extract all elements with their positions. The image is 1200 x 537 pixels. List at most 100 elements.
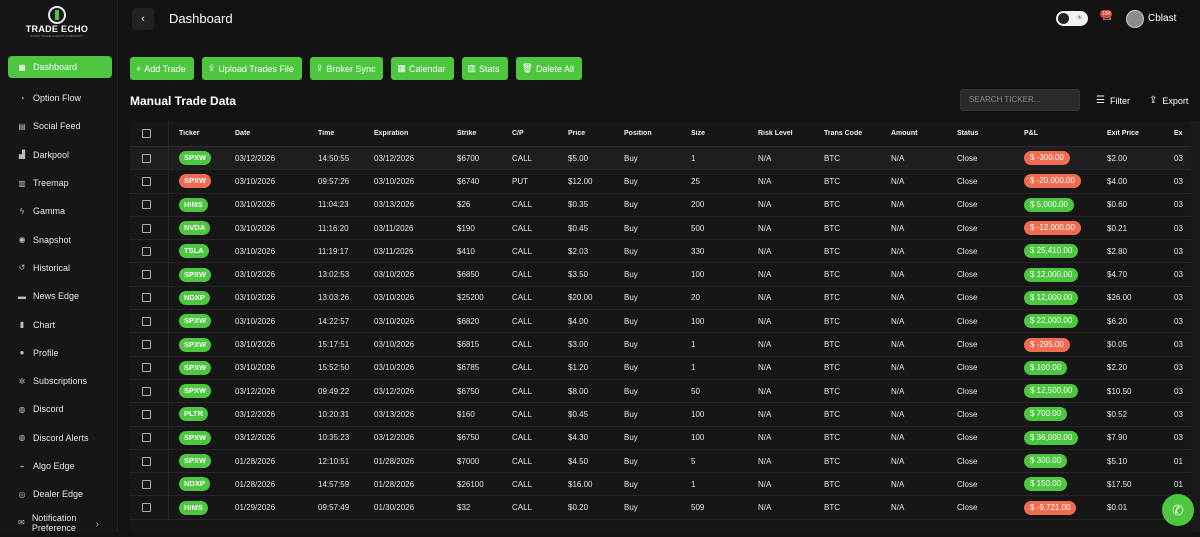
table-row[interactable]: NDXP 01/28/2026 14:57:59 01/28/2026 $26100 CA… (130, 473, 1200, 497)
column-header[interactable]: C/P (512, 130, 568, 137)
table-row[interactable]: SPXW 01/28/2026 12:10:51 01/28/2026 $7000 CAL… (130, 449, 1200, 474)
row-checkbox-cell[interactable] (130, 333, 169, 356)
table-row[interactable]: SPXW 03/12/2026 10:35:23 03/12/2026 $6750 CAL… (130, 426, 1200, 450)
horizontal-scroll-edge[interactable] (1191, 121, 1200, 532)
row-checkbox-cell[interactable] (130, 216, 169, 240)
chat-button[interactable]: ✆ (1162, 494, 1194, 526)
ticker-badge[interactable]: SPXW (179, 174, 212, 189)
column-header[interactable]: P&L (1024, 130, 1107, 137)
add-trade-button[interactable]: + Add Trade (130, 57, 194, 80)
upload-trades-file-button[interactable]: ⇪ Upload Trades File (201, 57, 302, 80)
ticker-badge[interactable]: SPXW (179, 337, 212, 352)
column-header[interactable]: Risk Level (758, 130, 824, 137)
column-header[interactable]: Price (568, 130, 624, 137)
export-button[interactable]: ⇪ Export (1149, 95, 1188, 106)
row-checkbox-cell[interactable] (130, 496, 169, 519)
row-checkbox[interactable] (142, 293, 151, 303)
ticker-badge[interactable]: SPXW (179, 384, 212, 399)
avatar[interactable] (1126, 10, 1144, 28)
row-checkbox[interactable] (142, 456, 151, 466)
theme-toggle[interactable]: ☀ (1056, 11, 1088, 26)
row-checkbox-cell[interactable] (130, 147, 169, 170)
sidebar-item-algo-edge[interactable]: ⌁ Algo Edge (8, 452, 112, 480)
row-checkbox[interactable] (142, 409, 151, 419)
row-checkbox[interactable] (142, 223, 151, 233)
row-checkbox[interactable] (142, 340, 151, 350)
filter-button[interactable]: ☰ Filter (1096, 95, 1130, 106)
app-logo[interactable]: TRADE ECHO SUPER TRADE EVENTS COMMUNITY (22, 6, 92, 38)
row-checkbox[interactable] (142, 363, 151, 373)
column-header[interactable]: Expiration (374, 130, 457, 137)
row-checkbox-cell[interactable] (130, 170, 169, 193)
sidebar-item-dashboard[interactable]: ▦ Dashboard (8, 56, 112, 78)
row-checkbox[interactable] (142, 503, 151, 513)
row-checkbox-cell[interactable] (130, 310, 169, 333)
row-checkbox-cell[interactable] (130, 240, 169, 263)
sidebar-item-gamma[interactable]: ϟ Gamma (8, 197, 112, 225)
ticker-badge[interactable]: NDXP (179, 477, 210, 492)
column-header[interactable]: Exit Price (1107, 130, 1174, 137)
back-button[interactable]: ‹ (132, 8, 154, 30)
stats-button[interactable]: ▥ Stats (461, 57, 508, 80)
column-header[interactable]: Size (691, 130, 758, 137)
sidebar-item-social-feed[interactable]: ▤ Social Feed (8, 112, 112, 140)
table-row[interactable]: SPXW 03/10/2026 09:57:26 03/10/2026 $6740 PUT… (130, 170, 1200, 194)
sidebar-item-discord[interactable]: ◍ Discord (8, 395, 112, 423)
sidebar-item-darkpool[interactable]: ▟ Darkpool (8, 141, 112, 169)
ticker-badge[interactable]: SPXW (179, 314, 212, 329)
sidebar-item-snapshot[interactable]: ◉ Snapshot (8, 225, 112, 253)
ticker-badge[interactable]: SPXW (179, 430, 212, 445)
row-checkbox-cell[interactable] (130, 426, 169, 449)
column-header[interactable]: Time (318, 130, 374, 137)
broker-sync-button[interactable]: ⇪ Broker Sync (309, 57, 384, 80)
table-row[interactable]: SPXW 03/10/2026 13:02:53 03/10/2026 $6850 CAL… (130, 263, 1200, 287)
row-checkbox[interactable] (142, 433, 151, 443)
table-row[interactable]: PLTR 03/12/2026 10:20:31 03/13/2026 $160 CALL… (130, 403, 1200, 427)
ticker-badge[interactable]: NDXP (179, 290, 210, 305)
ticker-badge[interactable]: PLTR (179, 407, 209, 422)
username[interactable]: Cblast (1148, 13, 1176, 24)
ticker-badge[interactable]: SPXW (179, 151, 212, 166)
sidebar-item-dealer-edge[interactable]: ◎ Dealer Edge (8, 480, 112, 508)
table-row[interactable]: SPXW 03/10/2026 15:52:50 03/10/2026 $6785 CAL… (130, 356, 1200, 380)
sidebar-item-discord-alerts[interactable]: ◍ Discord Alerts (8, 424, 112, 452)
column-header[interactable]: Strike (457, 130, 512, 137)
table-row[interactable]: SPXW 03/12/2026 09:49:22 03/12/2026 $6750 CAL… (130, 379, 1200, 404)
sidebar-item-news-edge[interactable]: ▬ News Edge (8, 282, 112, 310)
ticker-badge[interactable]: TSLA (179, 244, 209, 259)
ticker-badge[interactable]: SPXW (179, 360, 212, 375)
ticker-badge[interactable]: NVDA (179, 221, 211, 236)
sidebar-item-profile[interactable]: ● Profile (8, 339, 112, 367)
row-checkbox-cell[interactable] (130, 286, 169, 310)
ticker-badge[interactable]: SPXW (179, 454, 212, 468)
table-row[interactable]: NVDA 03/10/2026 11:16:20 03/11/2026 $190 CALL… (130, 216, 1200, 241)
row-checkbox[interactable] (142, 386, 151, 396)
table-row[interactable]: NDXP 03/10/2026 13:03:26 03/10/2026 $25200 CA… (130, 286, 1200, 311)
row-checkbox-cell[interactable] (130, 356, 169, 379)
delete-all-button[interactable]: 🗑 Delete All (515, 57, 583, 80)
column-header[interactable]: Status (957, 130, 1024, 137)
row-checkbox[interactable] (142, 270, 151, 280)
row-checkbox[interactable] (142, 479, 151, 489)
row-checkbox-cell[interactable] (130, 263, 169, 286)
row-checkbox[interactable] (142, 316, 151, 326)
table-row[interactable]: SPXW 03/10/2026 15:17:51 03/10/2026 $6815 CAL… (130, 333, 1200, 357)
sidebar-item-treemap[interactable]: ▥ Treemap (8, 169, 112, 197)
ticker-badge[interactable]: HIMS (179, 197, 208, 212)
chevron-right-icon[interactable]: › (96, 519, 99, 530)
column-header[interactable]: Amount (891, 130, 957, 137)
column-header[interactable]: Ticker (169, 130, 235, 137)
row-checkbox-cell[interactable] (130, 379, 169, 403)
column-header[interactable]: Position (624, 130, 691, 137)
table-row[interactable]: SPXW 03/10/2026 14:22:57 03/10/2026 $6820 CAL… (130, 310, 1200, 334)
sidebar-item-option-flow[interactable]: ◔ Option Flow (8, 84, 112, 112)
sidebar-item-subscriptions[interactable]: ✲ Subscriptions (8, 367, 112, 395)
table-row[interactable]: TSLA 03/10/2026 11:19:17 03/11/2026 $410 CALL… (130, 240, 1200, 264)
row-checkbox[interactable] (142, 176, 151, 186)
calendar-button[interactable]: ▦ Calendar (391, 57, 454, 80)
column-header[interactable]: Trans Code (824, 130, 891, 137)
table-row[interactable]: HIMS 03/10/2026 11:04:23 03/13/2026 $26 CALL $… (130, 193, 1200, 217)
sidebar-item-historical[interactable]: ↺ Historical (8, 254, 112, 282)
select-all-checkbox-cell[interactable] (130, 121, 169, 146)
search-input[interactable]: SEARCH TICKER... (960, 89, 1080, 111)
